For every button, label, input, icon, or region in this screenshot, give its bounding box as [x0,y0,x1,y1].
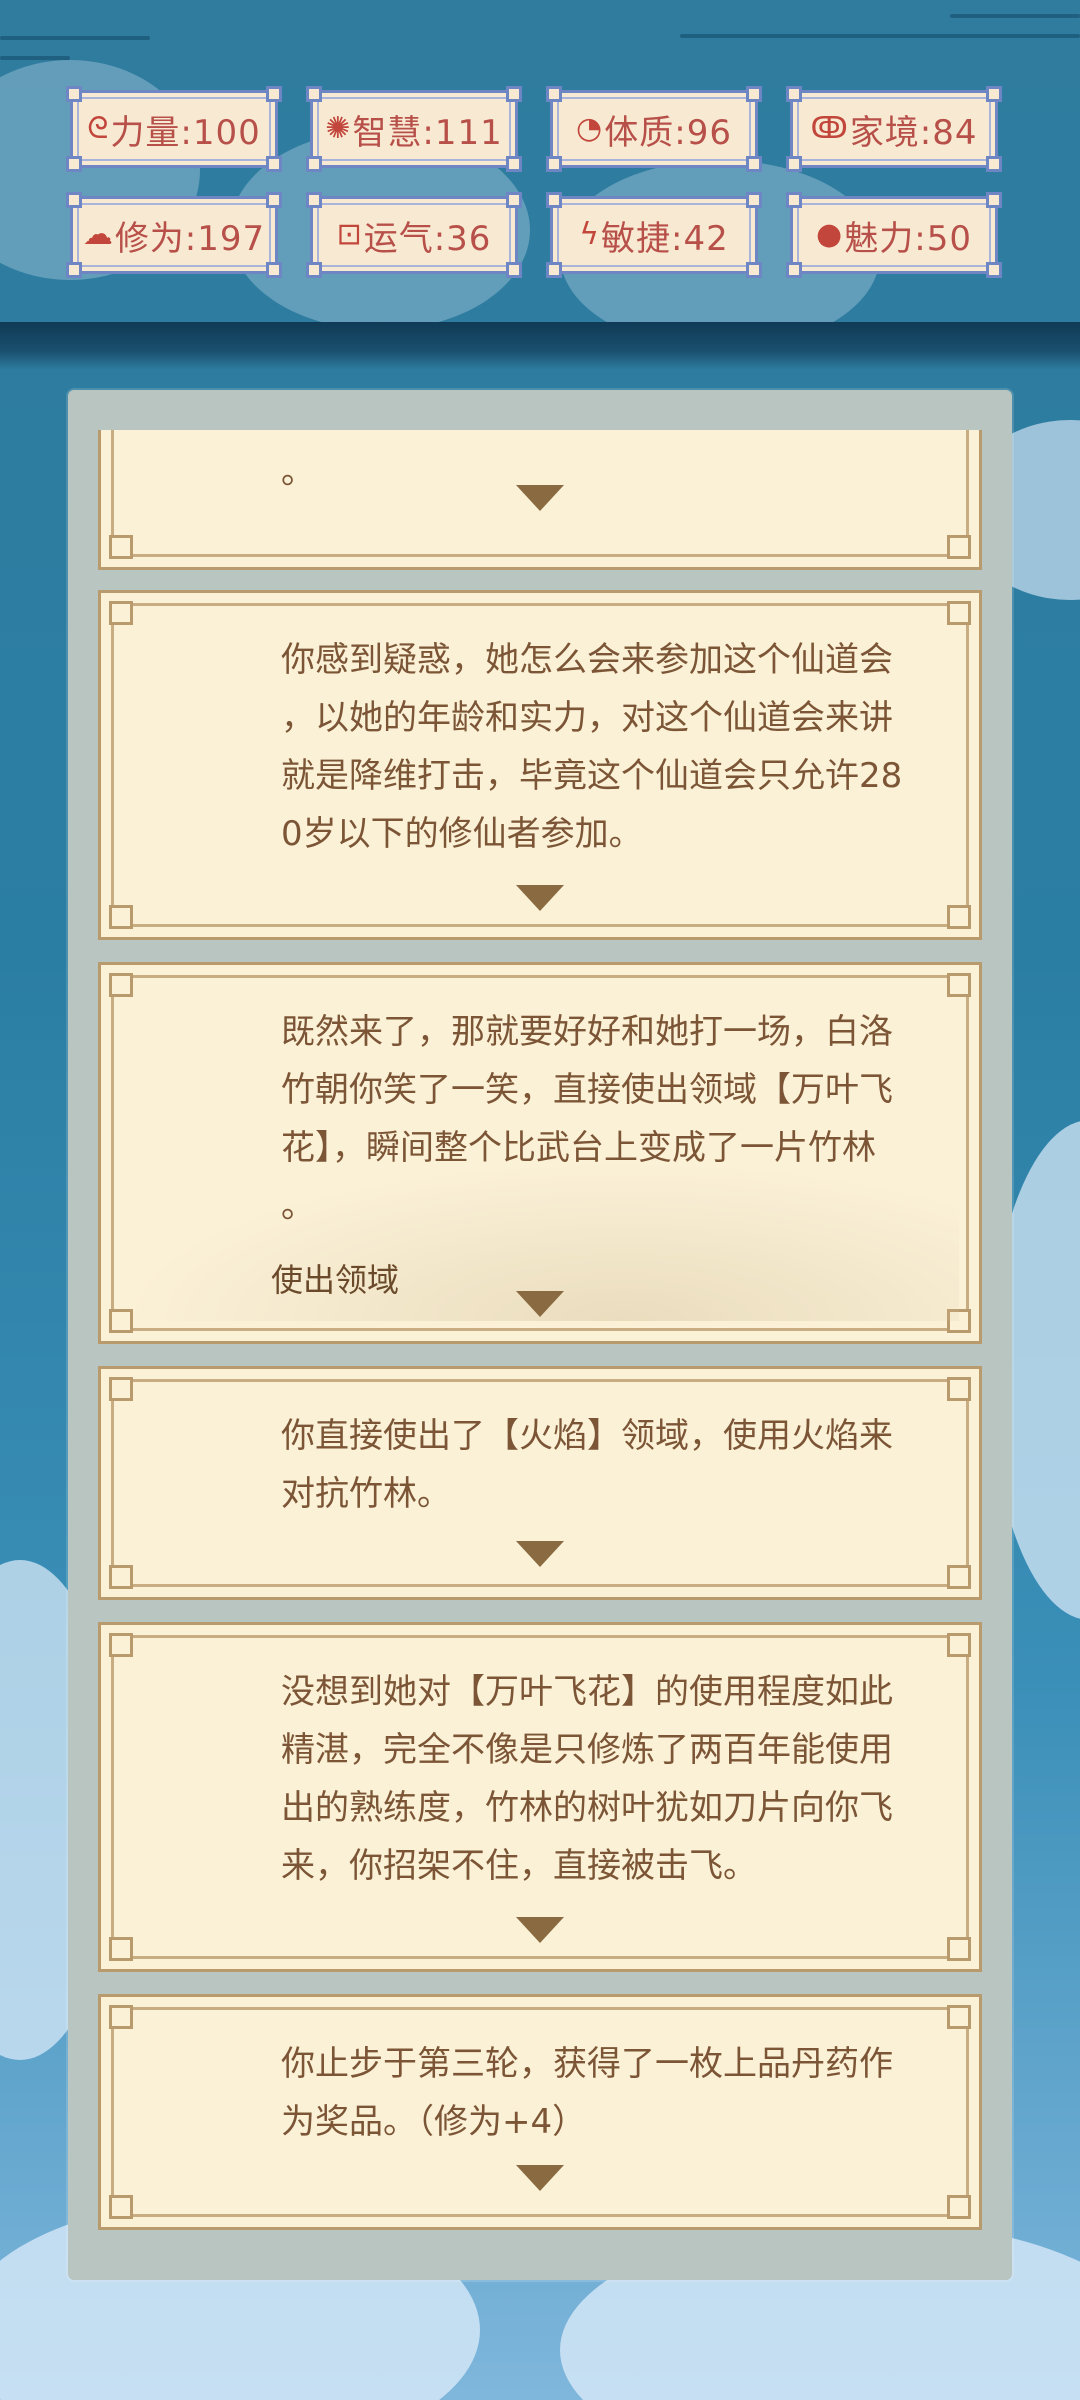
stat-label: 运气:36 [363,218,492,259]
event-card: 你止步于第三轮，获得了一枚上品丹药作 为奖品。（修为+4） [98,1994,982,2230]
event-card: 你直接使出了【火焰】领域，使用火焰来 对抗竹林。 [98,1366,982,1600]
stat-label: 家境:84 [849,112,978,153]
event-text: 。 [281,452,315,492]
event-text: 你感到疑惑，她怎么会来参加这个仙道会 ，以她的年龄和实力，对这个仙道会来讲 就是… [281,640,903,854]
stat-luck: ⊡ 运气:36 [306,192,522,278]
event-text: 你直接使出了【火焰】领域，使用火焰来 对抗竹林。 [281,1416,893,1514]
stat-label: 力量:100 [110,112,261,153]
stat-charm: ● 魅力:50 [786,192,1002,278]
stat-agility: ϟ 敏捷:42 [546,192,762,278]
expand-arrow-icon[interactable] [516,885,564,911]
event-log-scroll[interactable]: 。 你感到疑惑，她怎么会来参加这个仙道会 ，以她的年龄和实力，对这个仙道会来讲 … [98,430,982,2240]
expand-arrow-icon[interactable] [516,485,564,511]
cultivation-icon: ☁ [82,217,113,252]
ink-brush-band [0,322,1080,370]
stat-strength: ᘓ 力量:100 [66,86,282,172]
strength-icon: ᘓ [87,111,109,146]
stat-label: 敏捷:42 [601,218,729,259]
event-card: 没想到她对【万叶飞花】的使用程度如此 精湛，完全不像是只修炼了两百年能使用 出的… [98,1622,982,1972]
cloud-swirl-decoration [950,14,1080,18]
attribute-panel: ᘓ 力量:100 ✺ 智慧:111 ◔ 体质:96 ↂ 家境:84 ☁ 修为:1… [66,86,1010,290]
agility-icon: ϟ [579,217,600,252]
stat-cultivation: ☁ 修为:197 [66,192,282,278]
event-text: 既然来了，那就要好好和她打一场，白洛 竹朝你笑了一笑，直接使出领域【万叶飞 花】… [281,1012,893,1226]
stat-label: 智慧:111 [352,112,503,153]
charm-icon: ● [816,217,843,252]
expand-arrow-icon[interactable] [516,1917,564,1943]
stat-family: ↂ 家境:84 [786,86,1002,172]
event-card: 。 [98,430,982,570]
constitution-icon: ◔ [576,111,603,146]
event-text: 你止步于第三轮，获得了一枚上品丹药作 为奖品。（修为+4） [281,2044,893,2142]
expand-arrow-icon[interactable] [516,1541,564,1567]
expand-arrow-icon[interactable] [516,2165,564,2191]
stat-label: 修为:197 [114,218,266,259]
stat-label: 体质:96 [604,112,732,153]
stat-constitution: ◔ 体质:96 [546,86,762,172]
cloud-swirl-decoration [680,34,1080,38]
choice-option[interactable]: 使出领域 [271,1255,399,1301]
stat-label: 魅力:50 [844,218,972,259]
expand-arrow-icon[interactable] [516,1291,564,1317]
family-icon: ↂ [810,111,848,146]
event-card: 你感到疑惑，她怎么会来参加这个仙道会 ，以她的年龄和实力，对这个仙道会来讲 就是… [98,590,982,940]
event-card: 既然来了，那就要好好和她打一场，白洛 竹朝你笑了一笑，直接使出领域【万叶飞 花】… [98,962,982,1344]
cloud-swirl-decoration [0,36,150,40]
wisdom-icon: ✺ [325,111,351,146]
stat-wisdom: ✺ 智慧:111 [306,86,522,172]
event-text: 没想到她对【万叶飞花】的使用程度如此 精湛，完全不像是只修炼了两百年能使用 出的… [281,1672,893,1886]
luck-icon: ⊡ [336,217,362,252]
